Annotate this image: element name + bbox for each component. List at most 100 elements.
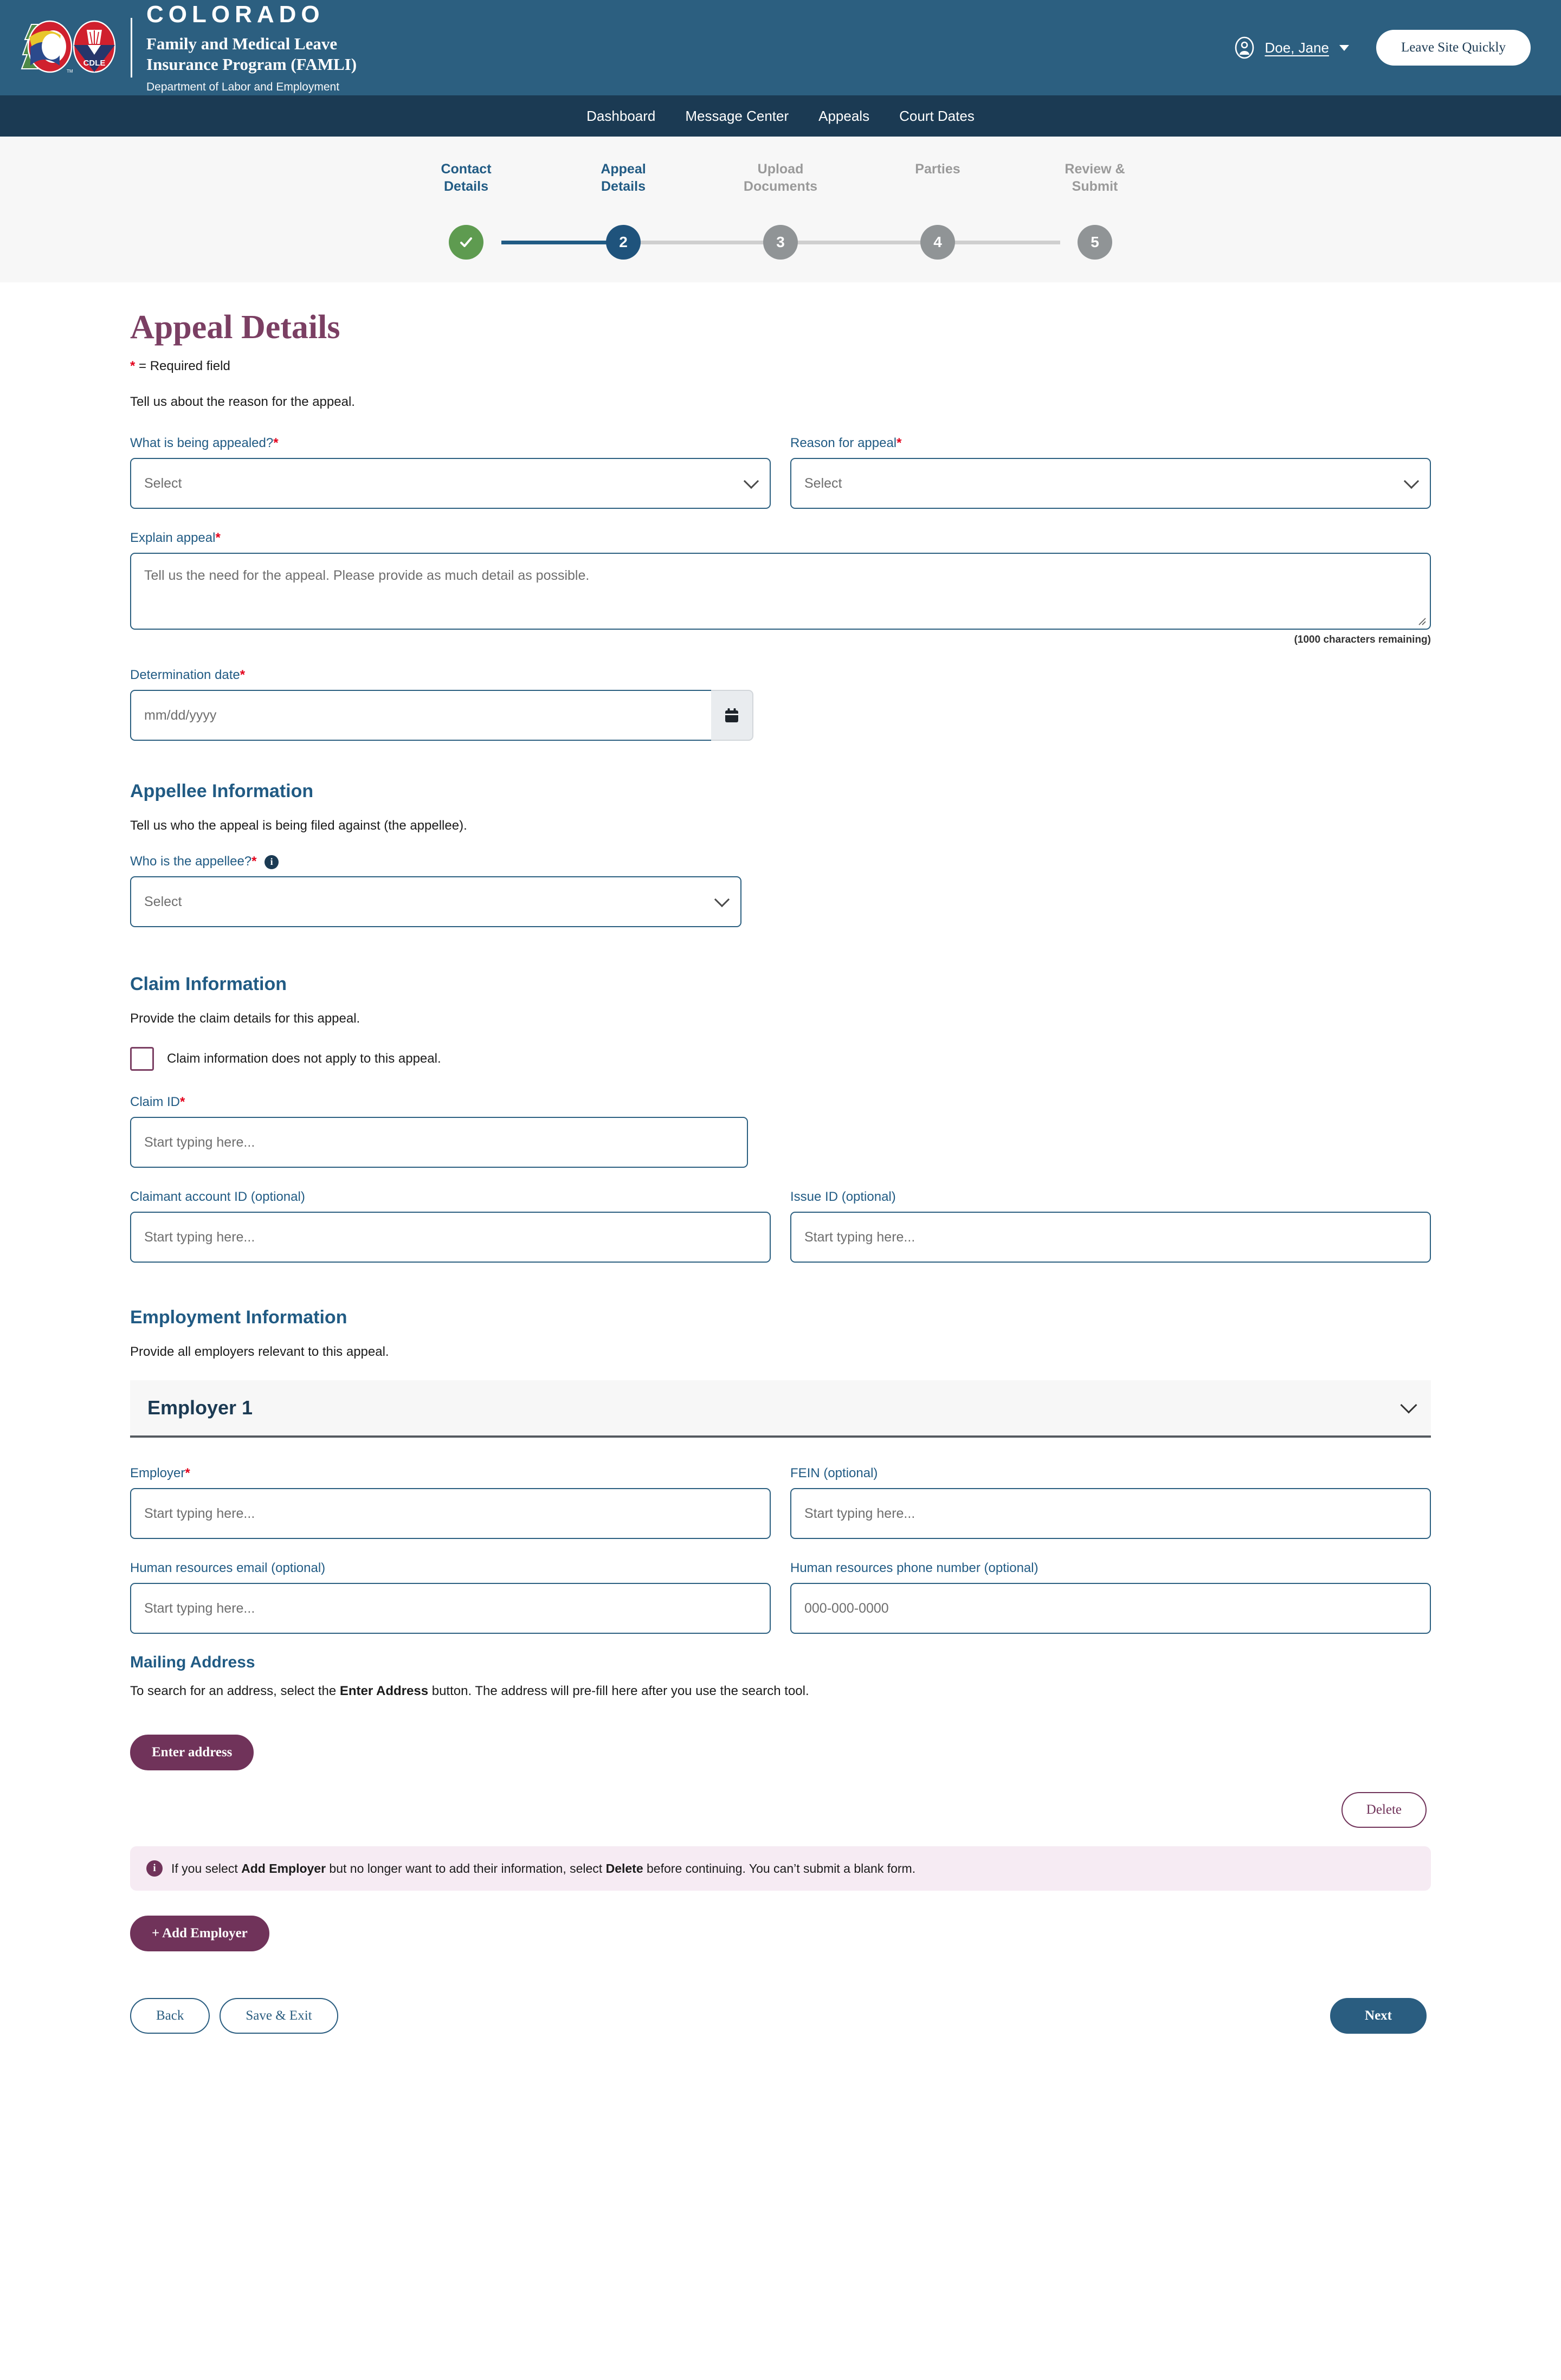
brand-department: Department of Labor and Employment: [146, 80, 340, 93]
next-button[interactable]: Next: [1330, 1998, 1427, 2034]
claimant-account-id-input[interactable]: Start typing here...: [130, 1212, 771, 1263]
claimant-account-id-label: Claimant account ID (optional): [130, 1189, 305, 1204]
step-label-appeal-details[interactable]: Appeal Details: [545, 160, 702, 195]
date-placeholder: mm/dd/yyyy: [144, 708, 217, 723]
resize-handle-icon[interactable]: [1416, 615, 1427, 626]
issue-id-field: Issue ID (optional) Start typing here...: [790, 1189, 1431, 1263]
step-marker-4[interactable]: 4: [920, 225, 955, 260]
hr-phone-input[interactable]: 000-000-0000: [790, 1583, 1431, 1634]
nav-item-appeals[interactable]: Appeals: [818, 108, 869, 125]
step-label-review-submit[interactable]: Review & Submit: [1016, 160, 1173, 195]
brand-lockup: CDLE TM COLORADO Family and Medical Leav…: [16, 3, 357, 93]
employer-1-accordion-header[interactable]: Employer 1: [130, 1380, 1431, 1438]
step-label-line2: Details: [444, 179, 488, 194]
employer-label: Employer*: [130, 1466, 771, 1481]
issue-id-input[interactable]: Start typing here...: [790, 1212, 1431, 1263]
required-field-note: * = Required field: [130, 359, 1431, 374]
brand-program-line2: Insurance Program (FAMLI): [146, 55, 357, 74]
info-icon[interactable]: i: [265, 855, 279, 869]
appeal-selects-row: What is being appealed? * Select Reason f…: [130, 436, 1431, 509]
colorado-cdle-logo-icon: CDLE TM: [21, 20, 116, 74]
employer-name-row: Employer* Start typing here... FEIN (opt…: [130, 1466, 1431, 1539]
enter-address-button[interactable]: Enter address: [130, 1735, 254, 1770]
reason-for-appeal-select[interactable]: Select: [790, 458, 1431, 509]
leave-site-quickly-button[interactable]: Leave Site Quickly: [1376, 30, 1531, 66]
claim-not-apply-checkbox[interactable]: [130, 1047, 154, 1071]
what-appealed-select[interactable]: Select: [130, 458, 771, 509]
header-right: Doe, Jane Leave Site Quickly: [1233, 30, 1531, 66]
explain-appeal-field: Explain appeal* Tell us the need for the…: [130, 531, 1431, 646]
label-text: Who is the appellee?: [130, 854, 252, 869]
label-text: What is being appealed?: [130, 436, 274, 450]
input-placeholder: Start typing here...: [804, 1506, 915, 1521]
user-menu[interactable]: Doe, Jane: [1233, 36, 1349, 59]
claim-id-input[interactable]: Start typing here...: [130, 1117, 748, 1168]
chevron-down-icon: [1339, 44, 1349, 51]
input-placeholder: Start typing here...: [144, 1506, 255, 1521]
explain-appeal-textarea[interactable]: Tell us the need for the appeal. Please …: [130, 553, 1431, 630]
step-label-contact-details[interactable]: Contact Details: [388, 160, 545, 195]
alert-bold-delete: Delete: [605, 1861, 643, 1875]
claim-not-apply-row: Claim information does not apply to this…: [130, 1047, 1431, 1071]
reason-for-appeal-field: Reason for appeal* Select: [790, 436, 1431, 509]
nav-item-court-dates[interactable]: Court Dates: [899, 108, 975, 125]
employer-1-title: Employer 1: [147, 1396, 253, 1419]
delete-employer-button[interactable]: Delete: [1341, 1792, 1427, 1828]
required-asterisk: *: [251, 854, 257, 869]
required-asterisk: *: [896, 436, 902, 450]
add-employer-button[interactable]: + Add Employer: [130, 1916, 269, 1951]
determination-date-group: mm/dd/yyyy: [130, 690, 753, 741]
calendar-icon: [725, 708, 738, 722]
step-marker-2-active[interactable]: 2: [606, 225, 641, 260]
page-intro-text: Tell us about the reason for the appeal.: [130, 394, 355, 409]
back-button[interactable]: Back: [130, 1998, 210, 2034]
hr-email-label: Human resources email (optional): [130, 1561, 326, 1575]
label-text: Determination date: [130, 668, 240, 682]
issue-id-label: Issue ID (optional): [790, 1189, 896, 1204]
step-label-line1: Review &: [1065, 161, 1125, 177]
hr-contact-row: Human resources email (optional) Start t…: [130, 1561, 1431, 1634]
hr-email-input[interactable]: Start typing here...: [130, 1583, 771, 1634]
employer-field: Employer* Start typing here...: [130, 1466, 771, 1539]
who-is-appellee-select[interactable]: Select: [130, 876, 741, 927]
claim-ids-row: Claimant account ID (optional) Start typ…: [130, 1189, 1431, 1263]
nav-item-message-center[interactable]: Message Center: [685, 108, 789, 125]
alert-text: If you select Add Employer but no longer…: [171, 1861, 915, 1876]
appellee-section-title: Appellee Information: [130, 781, 314, 801]
desc-part2: button. The address will pre-fill here a…: [428, 1684, 809, 1698]
character-counter: (1000 characters remaining): [1294, 634, 1431, 645]
determination-date-input[interactable]: mm/dd/yyyy: [130, 690, 711, 741]
chevron-down-icon: [1400, 1396, 1417, 1414]
svg-text:CDLE: CDLE: [83, 59, 106, 68]
step-marker-1-complete[interactable]: [449, 225, 483, 260]
step-marker-3[interactable]: 3: [763, 225, 798, 260]
employer-input[interactable]: Start typing here...: [130, 1488, 771, 1539]
hr-email-field: Human resources email (optional) Start t…: [130, 1561, 771, 1634]
step-label-parties[interactable]: Parties: [859, 160, 1016, 195]
stepper-markers: 2 3 4 5: [388, 225, 1173, 260]
required-asterisk: *: [180, 1095, 185, 1109]
step-label-line2: Submit: [1072, 179, 1118, 194]
employment-section-title: Employment Information: [130, 1307, 347, 1328]
input-placeholder: 000-000-0000: [804, 1601, 889, 1616]
alert-part2: but no longer want to add their informat…: [326, 1861, 606, 1875]
step-label-upload-documents[interactable]: Upload Documents: [702, 160, 859, 195]
step-label-line1: Upload: [757, 161, 804, 177]
fein-input[interactable]: Start typing here...: [790, 1488, 1431, 1539]
step-label-line1: Contact: [441, 161, 492, 177]
save-and-exit-button[interactable]: Save & Exit: [220, 1998, 338, 2034]
date-picker-button[interactable]: [711, 690, 753, 741]
required-asterisk: *: [185, 1466, 190, 1480]
stepper-labels: Contact Details Appeal Details Upload Do…: [388, 160, 1173, 195]
step-marker-5[interactable]: 5: [1078, 225, 1112, 260]
explain-appeal-label: Explain appeal*: [130, 531, 1431, 546]
claim-not-apply-label: Claim information does not apply to this…: [167, 1051, 441, 1066]
mailing-address-description: To search for an address, select the Ent…: [130, 1684, 1431, 1699]
required-note-text: = Required field: [135, 359, 230, 373]
step-label-line2: Documents: [743, 179, 818, 194]
nav-item-dashboard[interactable]: Dashboard: [586, 108, 655, 125]
who-is-appellee-field: Who is the appellee?* i Select: [130, 854, 1431, 927]
who-is-appellee-label: Who is the appellee?* i: [130, 854, 1431, 869]
step-label-line1: Parties: [915, 161, 960, 177]
progress-stepper: Contact Details Appeal Details Upload Do…: [0, 137, 1561, 282]
